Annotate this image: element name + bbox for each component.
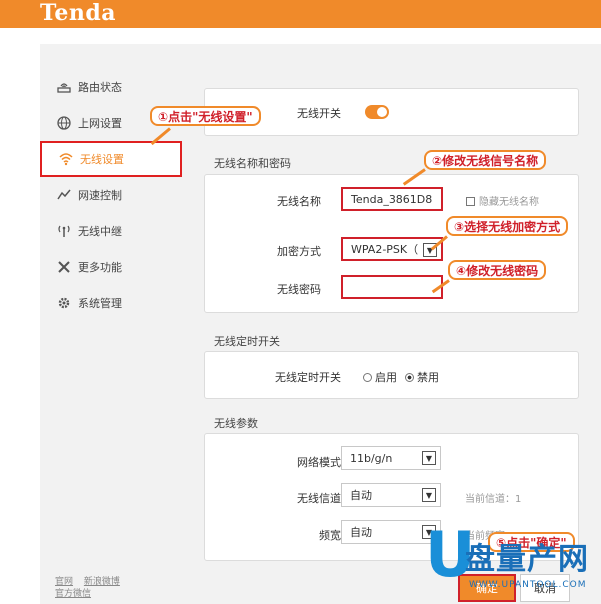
sidebar-item-speed-control[interactable]: 网速控制 bbox=[40, 177, 182, 213]
sidebar-item-label: 路由状态 bbox=[78, 81, 122, 94]
chevron-down-icon: ▼ bbox=[422, 488, 436, 502]
hide-ssid-checkbox[interactable]: 隐藏无线名称 bbox=[466, 193, 539, 208]
chevron-down-icon: ▼ bbox=[422, 451, 436, 465]
globe-icon bbox=[56, 115, 72, 131]
channel-label: 无线信道 bbox=[297, 492, 341, 505]
schedule-enable-radio[interactable]: 启用 bbox=[363, 369, 397, 385]
ssid-panel: 无线名称 Tenda_3861D8 隐藏无线名称 加密方式 WPA2-PSK（ … bbox=[204, 174, 579, 313]
sidebar-item-label: 无线中继 bbox=[78, 225, 122, 238]
site-watermark: U 盘量产网 WWW.UPANTOOL.COM bbox=[425, 524, 601, 604]
watermark-main-text: 盘量产网 bbox=[465, 542, 589, 577]
sidebar-item-router-status[interactable]: 路由状态 bbox=[40, 69, 182, 105]
channel-select[interactable]: 自动 ▼ bbox=[341, 483, 441, 507]
ssid-section-title: 无线名称和密码 bbox=[214, 157, 291, 170]
wireless-switch-toggle[interactable] bbox=[365, 105, 389, 119]
footer-link-official-site[interactable]: 官网 bbox=[55, 577, 73, 587]
speed-chart-icon bbox=[56, 187, 72, 203]
sidebar-item-label: 更多功能 bbox=[78, 261, 122, 274]
schedule-section-title: 无线定时开关 bbox=[214, 335, 280, 348]
mode-select[interactable]: 11b/g/n ▼ bbox=[341, 446, 441, 470]
schedule-label: 无线定时开关 bbox=[275, 371, 341, 384]
encryption-value: WPA2-PSK（ bbox=[351, 243, 419, 256]
hide-ssid-label: 隐藏无线名称 bbox=[479, 197, 539, 208]
repeater-antenna-icon bbox=[56, 223, 72, 239]
checkbox-box bbox=[466, 197, 475, 206]
schedule-disable-label: 禁用 bbox=[417, 371, 439, 384]
sidebar-item-label: 网速控制 bbox=[78, 189, 122, 202]
footer-link-wechat[interactable]: 官方微信 bbox=[55, 589, 91, 599]
router-icon bbox=[56, 79, 72, 95]
callout-step-4: ④修改无线密码 bbox=[448, 260, 547, 280]
footer-link-weibo[interactable]: 新浪微博 bbox=[84, 577, 120, 587]
mode-value: 11b/g/n bbox=[350, 451, 393, 465]
radio-circle-selected bbox=[405, 373, 414, 382]
schedule-disable-radio[interactable]: 禁用 bbox=[405, 369, 439, 385]
main-content: 无线开关 无线名称和密码 无线名称 Tenda_3861D8 隐藏无线名称 加密… bbox=[182, 44, 601, 604]
ssid-value: Tenda_3861D8 bbox=[351, 192, 433, 206]
ssid-label: 无线名称 bbox=[277, 195, 321, 208]
ssid-input[interactable]: Tenda_3861D8 bbox=[341, 187, 443, 211]
sidebar-item-label: 系统管理 bbox=[78, 297, 122, 310]
schedule-panel: 无线定时开关 启用 禁用 bbox=[204, 351, 579, 399]
callout-step-2: ②修改无线信号名称 bbox=[424, 150, 547, 170]
tools-icon bbox=[56, 259, 72, 275]
bandwidth-value: 自动 bbox=[350, 526, 372, 539]
wifi-icon bbox=[58, 151, 74, 167]
password-label: 无线密码 bbox=[277, 283, 321, 296]
radio-circle bbox=[363, 373, 372, 382]
callout-step-1: ①点击"无线设置" bbox=[150, 106, 261, 126]
sidebar: 路由状态 上网设置 无线设置 网速控制 无线中继 更多功能 系统管理 bbox=[40, 44, 182, 604]
bandwidth-label: 频宽 bbox=[319, 529, 341, 542]
password-input[interactable] bbox=[341, 275, 443, 299]
top-bar: Tenda bbox=[0, 0, 601, 28]
sidebar-item-system[interactable]: 系统管理 bbox=[40, 285, 182, 321]
sidebar-item-wireless[interactable]: 无线设置 bbox=[40, 141, 182, 177]
schedule-enable-label: 启用 bbox=[375, 371, 397, 384]
sidebar-item-more[interactable]: 更多功能 bbox=[40, 249, 182, 285]
channel-value: 自动 bbox=[350, 489, 372, 502]
sidebar-item-label: 上网设置 bbox=[78, 117, 122, 130]
sidebar-item-repeater[interactable]: 无线中继 bbox=[40, 213, 182, 249]
sidebar-item-label: 无线设置 bbox=[80, 153, 124, 166]
encryption-label: 加密方式 bbox=[277, 245, 321, 258]
mode-label: 网络模式 bbox=[297, 456, 341, 469]
footer-links: 官网 新浪微博 官方微信 bbox=[55, 576, 128, 600]
params-section-title: 无线参数 bbox=[214, 417, 258, 430]
tenda-logo: Tenda bbox=[40, 0, 116, 26]
current-channel-text: 当前信道：1 bbox=[465, 494, 522, 505]
callout-step-3: ③选择无线加密方式 bbox=[446, 216, 569, 236]
watermark-sub-text: WWW.UPANTOOL.COM bbox=[469, 580, 587, 590]
gear-icon bbox=[56, 295, 72, 311]
encryption-select[interactable]: WPA2-PSK（ ▼ bbox=[341, 237, 443, 261]
